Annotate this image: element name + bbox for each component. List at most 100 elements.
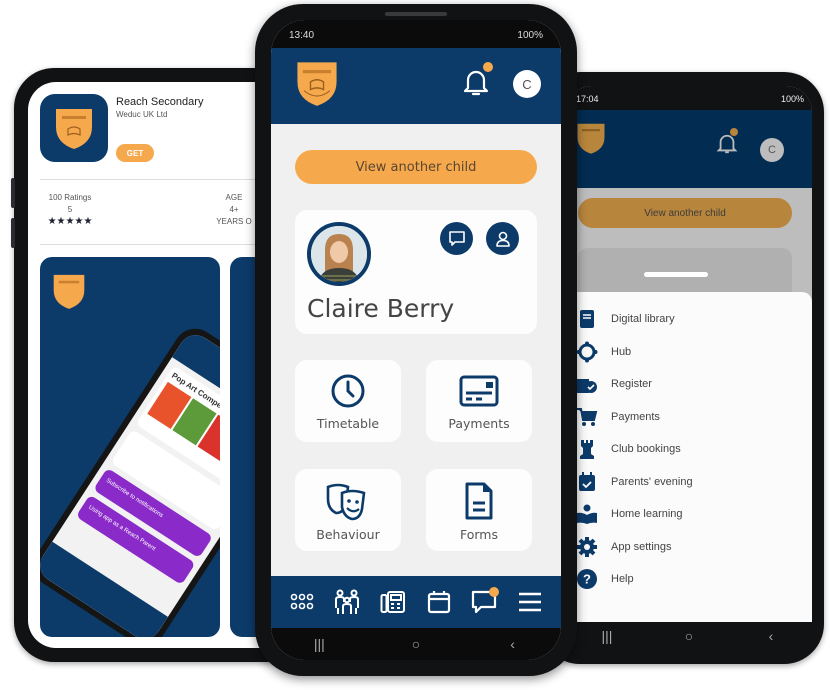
menu-item-label: App settings — [611, 540, 672, 553]
app-header: C — [566, 110, 812, 188]
mockup-phone: Pop Art Competition Subscribe to notific… — [40, 320, 220, 637]
rook-icon — [576, 438, 598, 460]
developer-name: Weduc UK Ltd — [116, 110, 168, 119]
back-button[interactable]: ‹ — [751, 628, 791, 644]
age-value: 4+ — [229, 205, 239, 214]
nav-messages-button[interactable] — [467, 585, 501, 619]
volume-up-button — [11, 178, 15, 208]
home-button[interactable]: ○ — [396, 636, 436, 652]
fax-icon — [380, 591, 406, 613]
back-button[interactable]: ‹ — [493, 636, 533, 652]
document-icon — [465, 482, 493, 520]
child-avatar[interactable] — [307, 222, 371, 286]
menu-item-register[interactable]: Register — [566, 371, 652, 397]
payments-tile[interactable]: Payments — [426, 360, 532, 442]
menu-screen: 17:04 100% C View another child Digital … — [566, 86, 812, 650]
school-crest-icon — [577, 123, 605, 154]
get-button[interactable]: GET — [116, 144, 154, 162]
status-bar: 13:40 100% — [271, 20, 561, 48]
menu-item-label: Parents' evening — [611, 475, 693, 488]
menu-item-label: Home learning — [611, 508, 683, 520]
menu-item-label: Register — [611, 378, 652, 390]
status-battery: 100% — [517, 30, 543, 41]
age-unit: YEARS O — [216, 217, 252, 226]
recents-button[interactable]: ||| — [299, 636, 339, 652]
svg-text:?: ? — [583, 572, 591, 587]
notification-dot — [483, 62, 493, 72]
menu-icon — [519, 592, 542, 612]
volume-down-button — [11, 218, 15, 248]
child-name: Claire Berry — [307, 294, 455, 323]
theatre-masks-icon — [326, 483, 366, 521]
status-time: 13:40 — [289, 30, 315, 41]
menu-item-club-bookings[interactable]: Club bookings — [566, 436, 681, 462]
help-icon: ? — [576, 568, 598, 590]
forms-tile[interactable]: Forms — [426, 469, 532, 551]
nav-calendar-button[interactable] — [422, 585, 456, 619]
menu-item-digital-library[interactable]: Digital library — [566, 306, 675, 332]
tile-label: Behaviour — [316, 527, 380, 542]
view-another-child-button[interactable]: View another child — [578, 198, 792, 228]
unread-dot — [489, 587, 500, 597]
payment-card-icon — [459, 375, 499, 407]
menu-item-home-learning[interactable]: Home learning — [566, 501, 683, 527]
profile-button[interactable] — [486, 222, 519, 255]
app-name: Reach Secondary — [116, 96, 204, 108]
nav-family-button[interactable] — [330, 585, 364, 619]
app-icon[interactable] — [40, 94, 108, 162]
menu-item-label: Payments — [611, 410, 660, 423]
system-nav-bar: ||| ○ ‹ — [271, 628, 561, 660]
ratings-block: 100 Ratings 5 ★★★★★ — [40, 192, 100, 228]
school-crest-icon — [56, 109, 92, 149]
app-screenshot-1[interactable]: Pop Art Competition Subscribe to notific… — [40, 257, 220, 637]
nav-apps-button[interactable] — [285, 585, 319, 619]
home-screen: 13:40 100% C View another child Claire B… — [271, 20, 561, 660]
system-nav-bar: ||| ○ ‹ — [566, 622, 812, 650]
tile-label: Timetable — [316, 416, 380, 431]
drawer-handle[interactable] — [644, 272, 708, 277]
menu-item-app-settings[interactable]: App settings — [566, 534, 672, 560]
bottom-nav — [271, 576, 561, 628]
status-time: 17:04 — [576, 94, 599, 104]
school-crest-logo — [297, 62, 337, 106]
menu-phone: 17:04 100% C View another child Digital … — [540, 72, 824, 664]
calendar-check-icon — [576, 471, 598, 493]
chat-icon — [448, 230, 465, 246]
status-bar: 17:04 100% — [566, 86, 812, 110]
age-label: AGE — [225, 193, 243, 202]
menu-item-payments[interactable]: Payments — [566, 404, 660, 430]
timetable-tile[interactable]: Timetable — [295, 360, 401, 442]
hub-icon — [576, 341, 598, 363]
person-icon — [495, 231, 510, 247]
family-icon — [335, 589, 360, 614]
notification-dot — [730, 128, 738, 136]
menu-item-label: Club bookings — [611, 443, 681, 455]
message-button[interactable] — [440, 222, 473, 255]
home-phone: 13:40 100% C View another child Claire B… — [255, 4, 577, 676]
menu-item-label: Digital library — [611, 313, 675, 325]
home-button[interactable]: ○ — [669, 628, 709, 644]
view-another-child-button[interactable]: View another child — [295, 150, 537, 184]
rating-value: 5 — [67, 205, 73, 214]
app-header: C — [271, 48, 561, 124]
ratings-count: 100 Ratings — [48, 193, 92, 202]
app-store-screen: Reach Secondary Weduc UK Ltd GET 100 Rat… — [28, 82, 292, 648]
behaviour-tile[interactable]: Behaviour — [295, 469, 401, 551]
clock-icon — [331, 374, 365, 408]
speaker-grille — [385, 12, 447, 16]
nav-contact-button[interactable] — [376, 585, 410, 619]
star-rating: ★★★★★ — [47, 216, 93, 227]
cart-icon — [576, 406, 598, 428]
profile-avatar-button[interactable]: C — [513, 70, 541, 98]
recents-button[interactable]: ||| — [587, 628, 627, 644]
calendar-icon — [427, 591, 450, 614]
menu-item-label: Help — [611, 573, 634, 585]
status-battery: 100% — [780, 94, 804, 104]
child-card: Claire Berry — [295, 210, 537, 334]
menu-drawer: Digital library Hub Register Payments Club b… — [566, 292, 812, 622]
menu-item-label: Hub — [611, 345, 632, 358]
nav-menu-button[interactable] — [513, 585, 547, 619]
menu-item-parents-evening[interactable]: Parents' evening — [566, 469, 693, 495]
profile-avatar-button[interactable]: C — [760, 138, 784, 162]
book-icon — [576, 308, 598, 330]
